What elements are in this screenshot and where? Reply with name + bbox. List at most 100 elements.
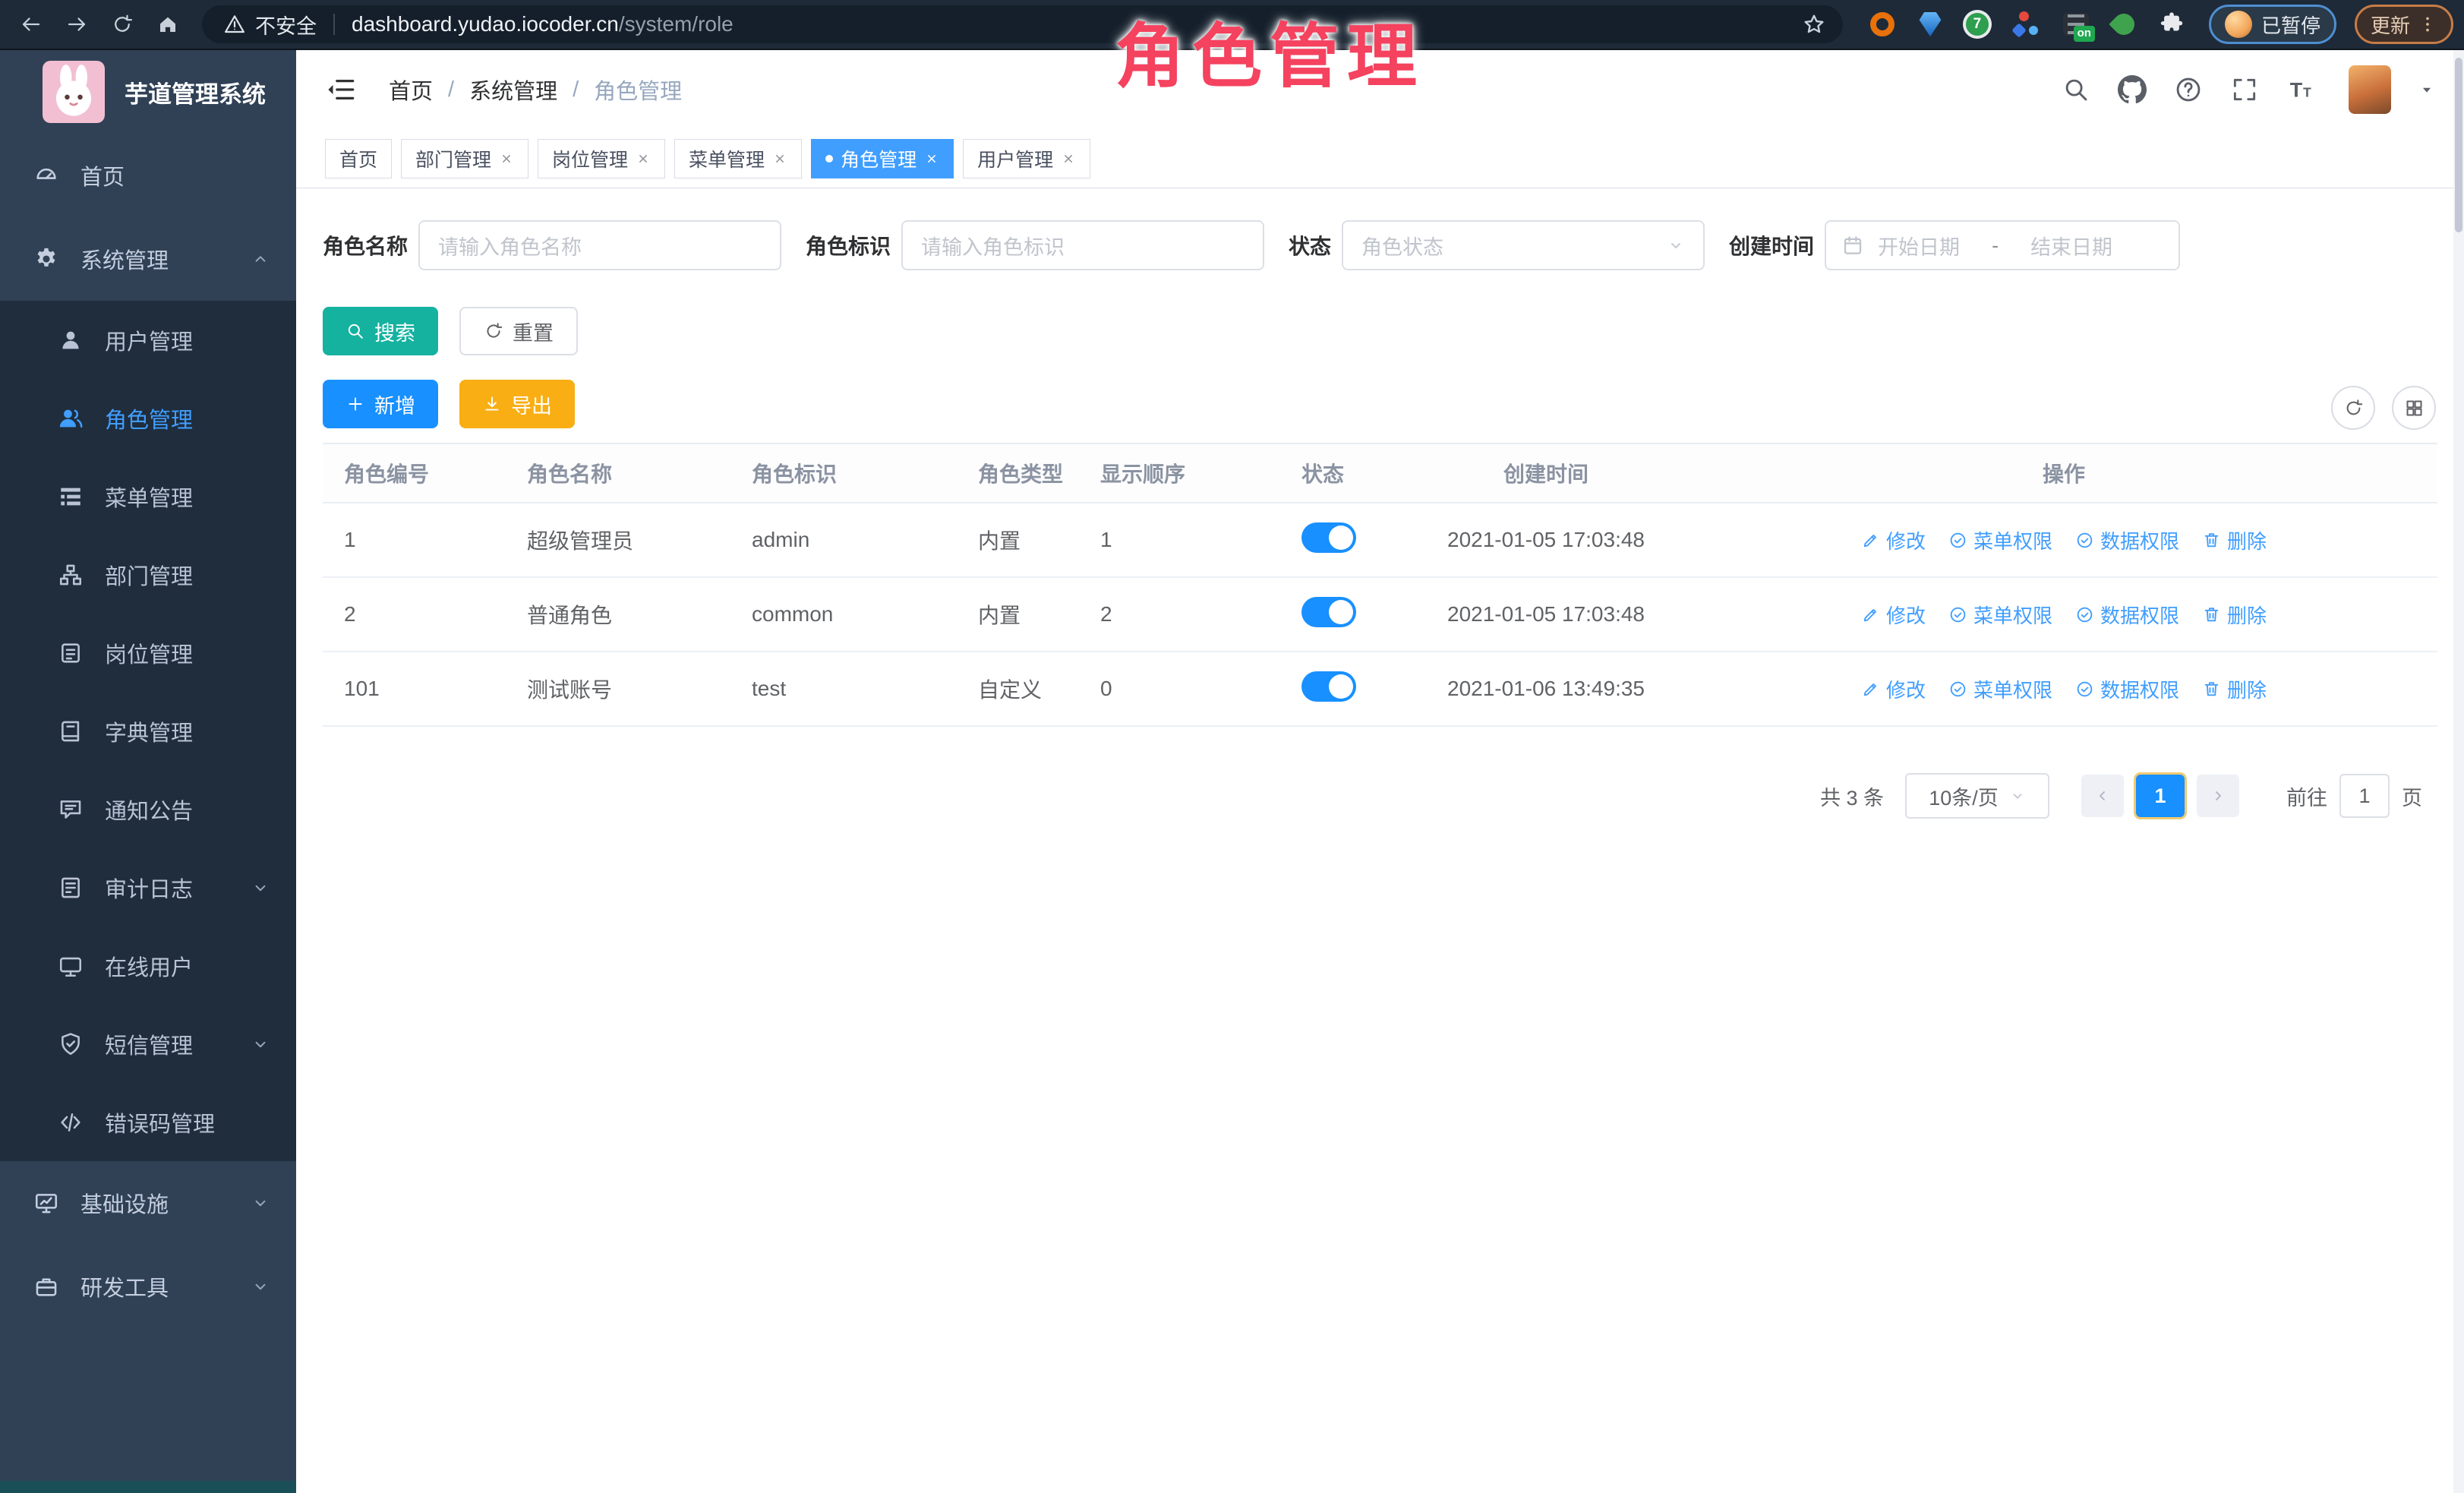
page-size-select[interactable]: 10条/页: [1905, 773, 2049, 819]
extensions-puzzle-icon[interactable]: [2159, 11, 2185, 37]
extension-gem-icon[interactable]: [1919, 12, 1942, 36]
status-toggle[interactable]: [1301, 597, 1356, 627]
circle-check-icon: [2075, 531, 2094, 550]
reset-button[interactable]: 重置: [459, 307, 578, 355]
extension-onoff-icon[interactable]: on: [2063, 13, 2089, 36]
scrollbar[interactable]: [2453, 50, 2464, 1493]
user-avatar[interactable]: [2349, 65, 2391, 114]
sidebar-item-gear[interactable]: 系统管理: [0, 217, 296, 301]
search-icon[interactable]: [2062, 75, 2090, 104]
tab-5[interactable]: 用户管理: [963, 139, 1090, 178]
breadcrumb-separator: /: [573, 77, 579, 103]
help-icon[interactable]: [2174, 75, 2203, 104]
refresh-table-button[interactable]: [2331, 386, 2375, 430]
tab-3[interactable]: 菜单管理: [674, 139, 802, 178]
circle-check-icon: [2075, 680, 2094, 699]
column-header: 角色标识: [730, 458, 957, 488]
search-button[interactable]: 搜索: [323, 307, 438, 355]
breadcrumb-item[interactable]: 系统管理: [469, 74, 557, 106]
extension-seven-badge-icon[interactable]: 7: [1966, 13, 1989, 36]
sidebar-item-label: 系统管理: [80, 243, 251, 275]
chevron-down-icon[interactable]: [2418, 81, 2435, 98]
back-icon[interactable]: [11, 4, 52, 45]
cell: test: [730, 677, 957, 701]
extension-colors-icon[interactable]: [2013, 11, 2039, 37]
sidebar-item-tool[interactable]: 研发工具: [0, 1245, 296, 1328]
current-page[interactable]: 1: [2136, 775, 2185, 817]
close-icon[interactable]: [1061, 151, 1076, 166]
hamburger-icon[interactable]: [325, 74, 357, 106]
role-name-input[interactable]: 请输入角色名称: [418, 220, 781, 270]
export-button[interactable]: 导出: [459, 380, 575, 428]
sidebar-item-message[interactable]: 通知公告: [0, 770, 296, 848]
font-size-icon[interactable]: TT: [2286, 75, 2315, 104]
update-label: 更新: [2371, 11, 2410, 39]
date-range-picker[interactable]: 开始日期 - 结束日期: [1825, 220, 2180, 270]
sidebar-item-code[interactable]: 错误码管理: [0, 1083, 296, 1161]
tab-label: 菜单管理: [689, 145, 765, 172]
sidebar-item-user[interactable]: 用户管理: [0, 301, 296, 379]
column-header: 状态: [1280, 458, 1402, 488]
sidebar-item-dashboard[interactable]: 首页: [0, 134, 296, 217]
action-delete[interactable]: 删除: [2202, 601, 2267, 629]
close-icon[interactable]: [499, 151, 514, 166]
action-data-permission[interactable]: 数据权限: [2075, 675, 2179, 703]
add-button[interactable]: 新增: [323, 380, 438, 428]
bookmark-star-icon[interactable]: [1802, 12, 1826, 36]
sidebar-item-post[interactable]: 岗位管理: [0, 614, 296, 692]
action-menu-permission[interactable]: 菜单权限: [1948, 675, 2052, 703]
address-bar[interactable]: 不安全 dashboard.yudao.iocoder.cn/system/ro…: [202, 5, 1843, 43]
forward-icon[interactable]: [56, 4, 97, 45]
close-icon[interactable]: [772, 151, 787, 166]
action-label: 数据权限: [2100, 601, 2179, 629]
sidebar-item-monitor[interactable]: 基础设施: [0, 1161, 296, 1245]
github-icon[interactable]: [2118, 75, 2147, 104]
sidebar-item-log[interactable]: 审计日志: [0, 848, 296, 926]
status-toggle[interactable]: [1301, 671, 1356, 702]
tab-1[interactable]: 部门管理: [401, 139, 528, 178]
action-menu-permission[interactable]: 菜单权限: [1948, 601, 2052, 629]
action-delete[interactable]: 删除: [2202, 526, 2267, 554]
update-button[interactable]: 更新: [2355, 5, 2453, 44]
close-icon[interactable]: [924, 151, 939, 166]
action-data-permission[interactable]: 数据权限: [2075, 601, 2179, 629]
extension-leaf-icon[interactable]: [2109, 9, 2139, 39]
filter-buttons: 搜索 重置: [323, 307, 2437, 355]
tab-0[interactable]: 首页: [325, 139, 392, 178]
status-select[interactable]: 角色状态: [1342, 220, 1705, 270]
action-edit[interactable]: 修改: [1861, 675, 1926, 703]
tab-label: 角色管理: [841, 145, 917, 172]
action-data-permission[interactable]: 数据权限: [2075, 526, 2179, 554]
export-button-label: 导出: [511, 390, 552, 419]
row-actions: 修改菜单权限数据权限删除: [1690, 675, 2437, 703]
tab-4[interactable]: 角色管理: [811, 139, 954, 178]
breadcrumb-item[interactable]: 首页: [389, 74, 433, 106]
action-menu-permission[interactable]: 菜单权限: [1948, 526, 2052, 554]
fullscreen-icon[interactable]: [2230, 75, 2259, 104]
sidebar-item-dict[interactable]: 字典管理: [0, 692, 296, 770]
prev-page-button[interactable]: [2081, 775, 2124, 817]
kebab-menu-icon[interactable]: [2418, 14, 2437, 34]
sidebar-item-tree[interactable]: 部门管理: [0, 535, 296, 614]
reload-icon[interactable]: [102, 4, 143, 45]
scrollbar-thumb[interactable]: [2455, 58, 2462, 232]
role-key-input[interactable]: 请输入角色标识: [901, 220, 1264, 270]
action-edit[interactable]: 修改: [1861, 526, 1926, 554]
sidebar-logo[interactable]: 芋道管理系统: [0, 50, 296, 134]
sms-icon: [58, 1031, 84, 1057]
tab-2[interactable]: 岗位管理: [538, 139, 665, 178]
column-settings-button[interactable]: [2392, 386, 2436, 430]
action-delete[interactable]: 删除: [2202, 675, 2267, 703]
profile-paused-badge[interactable]: 已暂停: [2209, 5, 2336, 44]
sidebar-item-peoples[interactable]: 角色管理: [0, 379, 296, 457]
status-toggle[interactable]: [1301, 522, 1356, 553]
sidebar-item-sms[interactable]: 短信管理: [0, 1005, 296, 1083]
sidebar-item-tree-table[interactable]: 菜单管理: [0, 457, 296, 535]
next-page-button[interactable]: [2197, 775, 2239, 817]
home-icon[interactable]: [147, 4, 188, 45]
close-icon[interactable]: [636, 151, 651, 166]
goto-page-input[interactable]: 1: [2339, 774, 2390, 818]
action-edit[interactable]: 修改: [1861, 601, 1926, 629]
sidebar-item-online[interactable]: 在线用户: [0, 926, 296, 1005]
extension-ring-icon[interactable]: [1870, 12, 1895, 36]
